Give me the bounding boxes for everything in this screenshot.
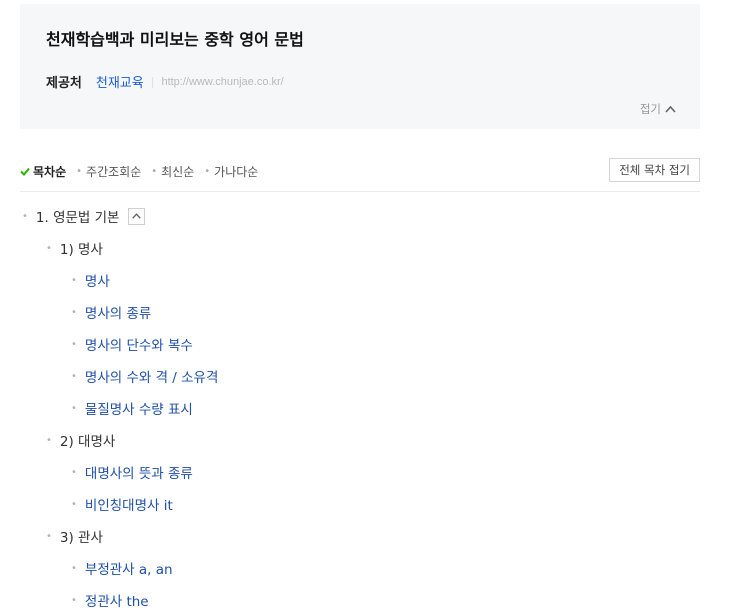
separator: | [150,75,155,88]
bullet-icon: • [46,434,52,446]
toc-section-2: • 1) 명사 [46,238,103,258]
book-info-panel: 천재학습백과 미리보는 중학 영어 문법 제공처 천재교육 | http://w… [20,4,700,129]
sort-option-label: 주간조회순 [86,165,142,179]
bullet-icon: • [71,338,77,350]
toc-entry-link[interactable]: • 명사의 종류 [71,302,151,322]
toc-entry-link[interactable]: • 명사 [71,270,110,290]
sort-options: 목차순 • 주간조회순 • 최신순 • 가나다순 [20,163,268,180]
provider-name-link[interactable]: 천재교육 [96,72,144,91]
toc-section-1: • 1. 영문법 기본 [22,206,146,226]
bullet-icon: • [71,498,77,510]
toc-label: 1) 명사 [59,242,103,258]
toc-label: 명사의 종류 [84,306,152,322]
bullet-icon: • [71,306,77,318]
chevron-up-icon [665,105,676,113]
sort-option-label: 가나다순 [214,165,259,179]
toc-entry-link[interactable]: • 정관사 the [71,590,149,610]
toc-label: 정관사 the [84,594,149,610]
chevron-up-icon [132,213,142,219]
provider-url-link[interactable]: http://www.chunjae.co.kr/ [161,76,283,88]
toc-entry-link[interactable]: • 비인칭대명사 it [71,494,173,514]
toc-entry-link[interactable]: • 대명사의 뜻과 종류 [71,462,193,482]
bullet-icon: • [71,274,77,286]
toc-entry-link[interactable]: • 명사의 단수와 복수 [71,334,193,354]
sort-option-label: 최신순 [161,165,195,179]
collapse-section-button[interactable] [128,207,146,225]
bullet-icon: • [204,166,211,177]
bullet-icon: • [46,242,52,254]
toc-label: 부정관사 a, an [84,562,173,578]
check-icon [20,167,30,176]
toc-label: 명사의 단수와 복수 [84,338,193,354]
toc-section-2: • 3) 관사 [46,526,103,546]
toc-label: 명사의 수와 격 / 소유격 [84,370,219,386]
toc-label: 대명사의 뜻과 종류 [84,466,193,482]
bullet-icon: • [71,594,77,606]
bullet-icon: • [46,530,52,542]
collapse-all-toc-button[interactable]: 전체 목차 접기 [609,158,700,182]
provider-label: 제공처 [46,76,82,91]
toc-entry-link[interactable]: • 물질명사 수량 표시 [71,398,193,418]
bullet-icon: • [151,166,158,177]
fold-info-button[interactable]: 접기 [640,101,676,117]
bullet-icon: • [76,166,83,177]
bullet-icon: • [71,402,77,414]
sort-option[interactable]: • 가나다순 [204,163,258,180]
toc-label: 2) 대명사 [59,434,116,450]
bullet-icon: • [22,210,28,222]
provider-row: 제공처 천재교육 | http://www.chunjae.co.kr/ [46,72,284,91]
sort-bar: 목차순 • 주간조회순 • 최신순 • 가나다순 전체 목차 접기 [20,158,700,192]
fold-label: 접기 [639,102,661,116]
bullet-icon: • [71,466,77,478]
bullet-icon: • [71,370,77,382]
toc-label: 1. 영문법 기본 [35,210,120,226]
sort-option[interactable]: 목차순 [20,163,66,180]
toc-entry-link[interactable]: • 부정관사 a, an [71,558,173,578]
toc-label: 비인칭대명사 it [84,498,173,514]
bullet-icon: • [71,562,77,574]
toc-label: 3) 관사 [59,530,103,546]
book-title: 천재학습백과 미리보는 중학 영어 문법 [46,30,304,49]
toc-entry-link[interactable]: • 명사의 수와 격 / 소유격 [71,366,218,386]
toc-label: 명사 [84,274,110,290]
sort-option[interactable]: • 최신순 [151,163,194,180]
sort-option[interactable]: • 주간조회순 [76,163,141,180]
toc-section-2: • 2) 대명사 [46,430,115,450]
sort-option-label: 목차순 [33,165,67,179]
toc-label: 물질명사 수량 표시 [84,402,193,418]
